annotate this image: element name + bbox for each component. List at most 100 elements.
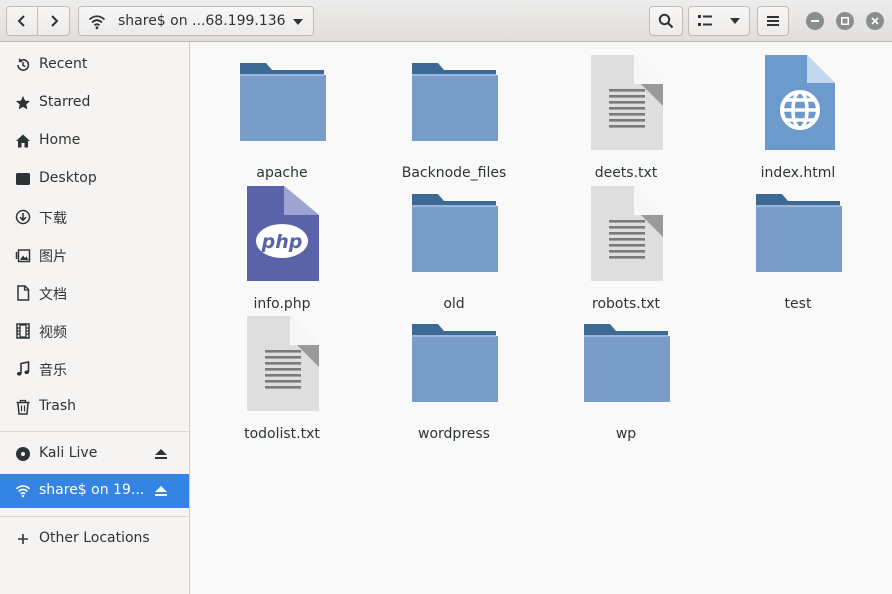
close-icon <box>871 17 879 25</box>
file-item-todolist-txt[interactable]: todolist.txt <box>207 316 357 442</box>
location-bar[interactable]: share$ on ...68.199.136 <box>78 6 314 36</box>
sidebar-item-label: Starred <box>39 94 91 110</box>
network-icon <box>15 483 31 499</box>
search-icon <box>658 13 674 29</box>
minimize-button[interactable] <box>806 12 824 30</box>
sidebar-item-share-network[interactable]: share$ on 19... <box>0 474 189 508</box>
text-file-icon <box>591 55 663 150</box>
document-icon <box>15 285 31 301</box>
file-name: deets.txt <box>594 165 658 181</box>
sidebar: Recent Starred Home Desktop 下载 图片 文档 视频 … <box>0 42 190 594</box>
file-item-robots-txt[interactable]: robots.txt <box>551 186 701 312</box>
download-icon <box>15 209 31 225</box>
back-button[interactable] <box>6 6 38 36</box>
sidebar-item-documents[interactable]: 文档 <box>0 276 189 310</box>
file-name: index.html <box>760 165 836 181</box>
view-options-button[interactable] <box>688 6 750 36</box>
html-file-icon <box>765 55 835 150</box>
video-icon <box>15 323 31 339</box>
file-name: apache <box>256 165 308 181</box>
hamburger-menu-icon <box>767 16 779 26</box>
clock-icon <box>15 57 31 73</box>
folder-icon <box>584 324 670 402</box>
pictures-icon <box>15 247 31 263</box>
sidebar-item-downloads[interactable]: 下载 <box>0 200 189 234</box>
file-name: old <box>443 296 465 312</box>
file-name: robots.txt <box>592 296 660 312</box>
sidebar-item-label: 音乐 <box>39 363 67 379</box>
desktop-icon <box>15 171 31 187</box>
eject-icon[interactable] <box>154 447 168 461</box>
file-item-deets-txt[interactable]: deets.txt <box>551 55 701 181</box>
sidebar-item-other-locations[interactable]: Other Locations <box>0 522 189 556</box>
sidebar-item-label: share$ on 19... <box>39 482 145 498</box>
sidebar-item-label: 下载 <box>39 211 67 227</box>
header-bar: share$ on ...68.199.136 <box>0 0 892 42</box>
maximize-button[interactable] <box>836 12 854 30</box>
file-item-info-php[interactable]: php info.php <box>207 186 357 312</box>
list-view-icon <box>698 15 712 26</box>
location-text: share$ on ...68.199.136 <box>118 13 286 29</box>
home-icon <box>15 133 31 149</box>
file-name: test <box>784 296 812 312</box>
maximize-icon <box>841 17 849 25</box>
sidebar-item-label: 视频 <box>39 325 67 341</box>
sidebar-item-kali-live[interactable]: Kali Live <box>0 437 189 471</box>
sidebar-item-music[interactable]: 音乐 <box>0 352 189 386</box>
folder-icon <box>412 63 498 141</box>
sidebar-item-trash[interactable]: Trash <box>0 390 189 424</box>
chevron-right-icon <box>50 15 58 27</box>
sidebar-item-label: Recent <box>39 56 88 72</box>
plus-icon <box>15 531 31 547</box>
sidebar-separator <box>0 516 189 517</box>
file-item-test[interactable]: test <box>723 186 873 312</box>
eject-icon[interactable] <box>154 484 168 498</box>
folder-icon <box>412 324 498 402</box>
sidebar-item-label: Home <box>39 132 81 148</box>
minimize-icon <box>811 20 819 22</box>
close-button[interactable] <box>866 12 884 30</box>
php-file-icon: php <box>247 186 319 281</box>
sidebar-item-pictures[interactable]: 图片 <box>0 238 189 272</box>
folder-icon <box>412 194 498 272</box>
sidebar-item-label: 文档 <box>39 287 67 303</box>
sidebar-item-home[interactable]: Home <box>0 124 189 158</box>
sidebar-item-label: 图片 <box>39 249 67 265</box>
forward-button[interactable] <box>37 6 70 36</box>
file-name: todolist.txt <box>244 426 320 442</box>
svg-text:php: php <box>261 231 303 253</box>
star-icon <box>15 95 31 111</box>
file-name: wp <box>615 426 637 442</box>
music-icon <box>15 361 31 377</box>
file-item-backnode-files[interactable]: Backnode_files <box>379 55 529 181</box>
file-name: info.php <box>253 296 311 312</box>
sidebar-separator <box>0 431 189 432</box>
file-item-wordpress[interactable]: wordpress <box>379 316 529 442</box>
caret-down-icon[interactable] <box>293 19 303 25</box>
caret-down-icon <box>730 18 740 24</box>
file-name: wordpress <box>418 426 490 442</box>
sidebar-item-label: Desktop <box>39 170 97 186</box>
folder-icon <box>240 63 326 141</box>
sidebar-item-videos[interactable]: 视频 <box>0 314 189 348</box>
sidebar-item-starred[interactable]: Starred <box>0 86 189 120</box>
sidebar-item-label: Trash <box>39 398 76 414</box>
file-item-apache[interactable]: apache <box>207 55 357 181</box>
sidebar-item-recent[interactable]: Recent <box>0 48 189 82</box>
disc-icon <box>15 446 31 462</box>
chevron-left-icon <box>17 15 25 27</box>
file-item-old[interactable]: old <box>379 186 529 312</box>
file-name: Backnode_files <box>401 165 507 181</box>
file-item-wp[interactable]: wp <box>551 316 701 442</box>
sidebar-item-label: Kali Live <box>39 445 98 461</box>
sidebar-item-label: Other Locations <box>39 530 150 546</box>
sidebar-item-desktop[interactable]: Desktop <box>0 162 189 196</box>
file-item-index-html[interactable]: index.html <box>723 55 873 181</box>
trash-icon <box>15 399 31 415</box>
file-grid: apache Backnode_files deets.txt index.ht… <box>191 43 892 594</box>
network-icon <box>88 15 106 30</box>
menu-button[interactable] <box>757 6 789 36</box>
text-file-icon <box>591 186 663 281</box>
search-button[interactable] <box>649 6 683 36</box>
folder-icon <box>756 194 842 272</box>
